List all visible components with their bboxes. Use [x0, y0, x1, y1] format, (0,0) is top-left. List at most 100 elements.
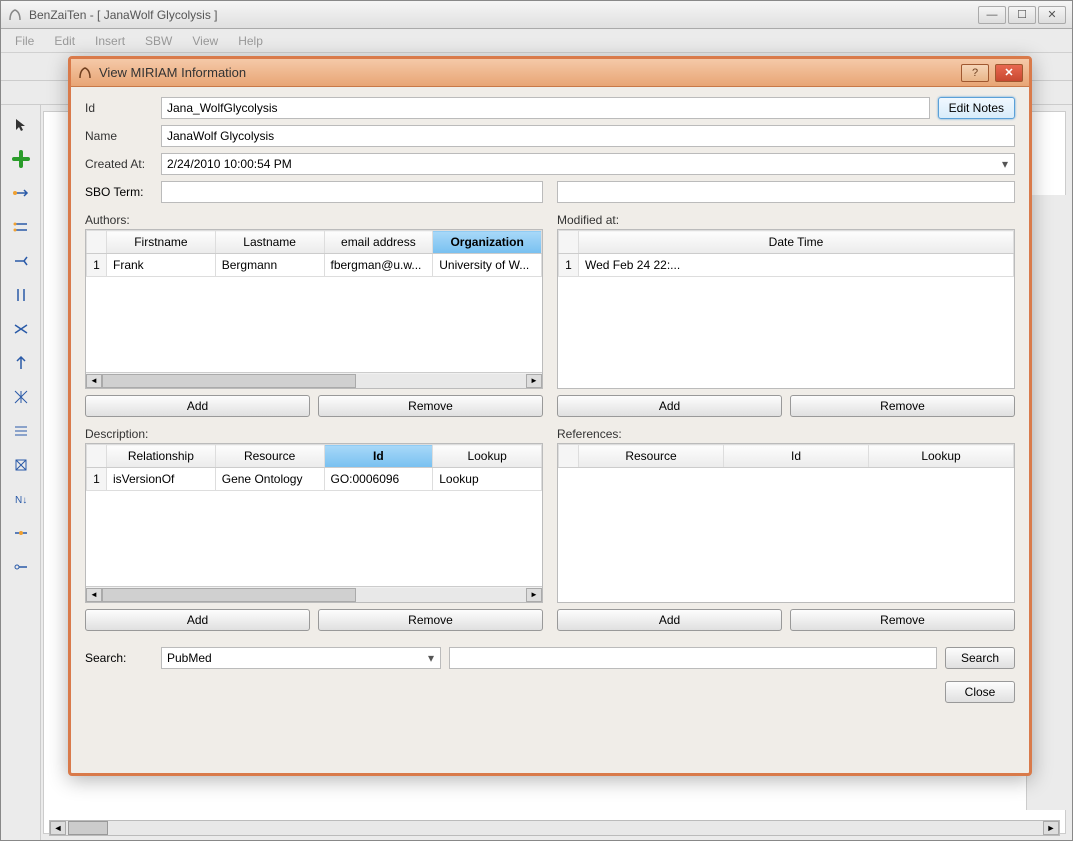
- search-input[interactable]: [449, 647, 937, 669]
- table-row[interactable]: 1 Wed Feb 24 22:...: [559, 254, 1014, 277]
- references-table: Resource Id Lookup: [557, 443, 1015, 603]
- authors-hscroll[interactable]: ◄ ►: [86, 372, 542, 388]
- desc-header-lookup[interactable]: Lookup: [433, 445, 542, 468]
- reaction-tool-11-icon[interactable]: [7, 519, 35, 547]
- edit-notes-button[interactable]: Edit Notes: [938, 97, 1015, 119]
- reaction-tool-4-icon[interactable]: [7, 281, 35, 309]
- description-table: Relationship Resource Id Lookup 1 isVers…: [85, 443, 543, 603]
- row-number: 1: [87, 468, 107, 491]
- authors-header-firstname[interactable]: Firstname: [107, 231, 216, 254]
- scroll-thumb[interactable]: [68, 821, 108, 835]
- menu-file[interactable]: File: [5, 31, 44, 51]
- menu-sbw[interactable]: SBW: [135, 31, 182, 51]
- desc-header-id[interactable]: Id: [324, 445, 433, 468]
- scroll-thumb[interactable]: [102, 588, 356, 602]
- menu-view[interactable]: View: [182, 31, 228, 51]
- ref-remove-button[interactable]: Remove: [790, 609, 1015, 631]
- cell-lookup[interactable]: Lookup: [433, 468, 542, 491]
- close-button[interactable]: Close: [945, 681, 1015, 703]
- desc-remove-button[interactable]: Remove: [318, 609, 543, 631]
- modified-add-button[interactable]: Add: [557, 395, 782, 417]
- search-source-dropdown[interactable]: PubMed: [161, 647, 441, 669]
- created-dropdown[interactable]: 2/24/2010 10:00:54 PM: [161, 153, 1015, 175]
- cell-relationship[interactable]: isVersionOf: [107, 468, 216, 491]
- scroll-right-icon[interactable]: ►: [526, 588, 542, 602]
- scroll-thumb[interactable]: [102, 374, 356, 388]
- svg-text:N↓: N↓: [15, 495, 27, 506]
- table-row[interactable]: 1 isVersionOf Gene Ontology GO:0006096 L…: [87, 468, 542, 491]
- authors-table: Firstname Lastname email address Organiz…: [85, 229, 543, 389]
- reaction-tool-2-icon[interactable]: [7, 213, 35, 241]
- reaction-tool-8-icon[interactable]: [7, 417, 35, 445]
- ref-add-button[interactable]: Add: [557, 609, 782, 631]
- reaction-tool-7-icon[interactable]: [7, 383, 35, 411]
- cell-lastname[interactable]: Bergmann: [215, 254, 324, 277]
- cursor-tool-icon[interactable]: [7, 111, 35, 139]
- authors-header-lastname[interactable]: Lastname: [215, 231, 324, 254]
- search-button[interactable]: Search: [945, 647, 1015, 669]
- miriam-dialog: View MIRIAM Information ? ✕ Id Edit Note…: [68, 56, 1032, 776]
- authors-add-button[interactable]: Add: [85, 395, 310, 417]
- reaction-tool-1-icon[interactable]: [7, 179, 35, 207]
- desc-corner: [87, 445, 107, 468]
- reaction-tool-9-icon[interactable]: [7, 451, 35, 479]
- search-label: Search:: [85, 651, 153, 665]
- sbo-right-field[interactable]: [557, 181, 1015, 203]
- modified-remove-button[interactable]: Remove: [790, 395, 1015, 417]
- authors-header-email[interactable]: email address: [324, 231, 433, 254]
- menu-help[interactable]: Help: [228, 31, 273, 51]
- id-field[interactable]: [161, 97, 930, 119]
- desc-hscroll[interactable]: ◄ ►: [86, 586, 542, 602]
- scroll-right-icon[interactable]: ►: [526, 374, 542, 388]
- add-tool-icon[interactable]: [7, 145, 35, 173]
- scroll-right-icon[interactable]: ►: [1043, 821, 1059, 835]
- modified-header-datetime[interactable]: Date Time: [579, 231, 1014, 254]
- ref-header-lookup[interactable]: Lookup: [869, 445, 1014, 468]
- sbo-left-field[interactable]: [161, 181, 543, 203]
- minimize-button[interactable]: —: [978, 6, 1006, 24]
- created-value: 2/24/2010 10:00:54 PM: [167, 157, 292, 171]
- dialog-icon: [77, 65, 93, 81]
- cell-firstname[interactable]: Frank: [107, 254, 216, 277]
- right-panel: [1026, 195, 1066, 810]
- app-icon: [7, 7, 23, 23]
- dialog-titlebar: View MIRIAM Information ? ✕: [71, 59, 1029, 87]
- id-label: Id: [85, 101, 153, 115]
- cell-organization[interactable]: University of W...: [433, 254, 542, 277]
- dialog-body: Id Edit Notes Name Created At: 2/24/2010…: [71, 87, 1029, 773]
- name-label: Name: [85, 129, 153, 143]
- created-label: Created At:: [85, 157, 153, 171]
- desc-header-resource[interactable]: Resource: [215, 445, 324, 468]
- canvas-scrollbar[interactable]: ◄ ►: [49, 820, 1060, 836]
- maximize-button[interactable]: ☐: [1008, 6, 1036, 24]
- reaction-tool-12-icon[interactable]: [7, 553, 35, 581]
- authors-header-organization[interactable]: Organization: [433, 231, 542, 254]
- scroll-left-icon[interactable]: ◄: [86, 374, 102, 388]
- reaction-tool-10-icon[interactable]: N↓: [7, 485, 35, 513]
- cell-datetime[interactable]: Wed Feb 24 22:...: [579, 254, 1014, 277]
- desc-add-button[interactable]: Add: [85, 609, 310, 631]
- reaction-tool-6-icon[interactable]: [7, 349, 35, 377]
- authors-label: Authors:: [85, 213, 543, 227]
- name-field[interactable]: [161, 125, 1015, 147]
- close-window-button[interactable]: ✕: [1038, 6, 1066, 24]
- dialog-title: View MIRIAM Information: [99, 65, 955, 80]
- references-label: References:: [557, 427, 1015, 441]
- cell-id[interactable]: GO:0006096: [324, 468, 433, 491]
- scroll-left-icon[interactable]: ◄: [50, 821, 66, 835]
- cell-resource[interactable]: Gene Ontology: [215, 468, 324, 491]
- scroll-left-icon[interactable]: ◄: [86, 588, 102, 602]
- table-row[interactable]: 1 Frank Bergmann fbergman@u.w... Univers…: [87, 254, 542, 277]
- menu-edit[interactable]: Edit: [44, 31, 85, 51]
- reaction-tool-5-icon[interactable]: [7, 315, 35, 343]
- dialog-help-button[interactable]: ?: [961, 64, 989, 82]
- ref-header-resource[interactable]: Resource: [579, 445, 724, 468]
- desc-header-relationship[interactable]: Relationship: [107, 445, 216, 468]
- authors-remove-button[interactable]: Remove: [318, 395, 543, 417]
- dialog-close-x-button[interactable]: ✕: [995, 64, 1023, 82]
- cell-email[interactable]: fbergman@u.w...: [324, 254, 433, 277]
- reaction-tool-3-icon[interactable]: [7, 247, 35, 275]
- ref-header-id[interactable]: Id: [724, 445, 869, 468]
- search-source-value: PubMed: [167, 651, 212, 665]
- menu-insert[interactable]: Insert: [85, 31, 135, 51]
